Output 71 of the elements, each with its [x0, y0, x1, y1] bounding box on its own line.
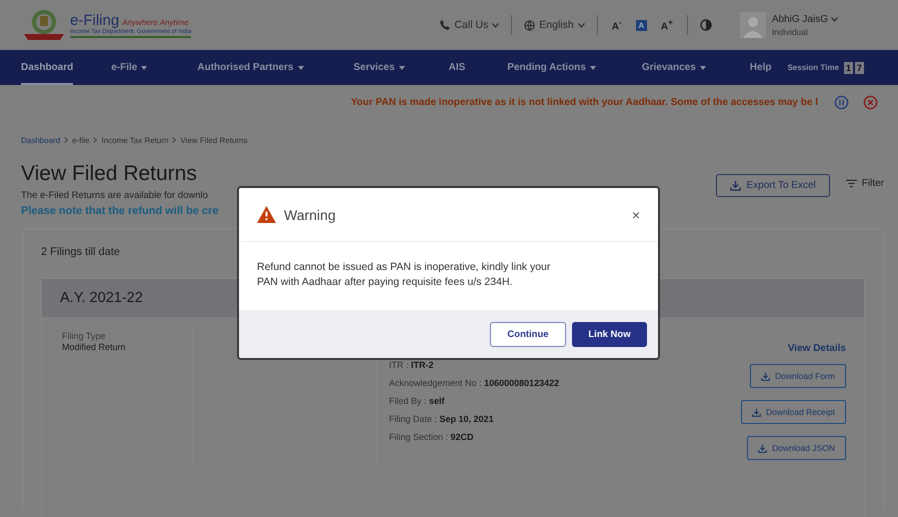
nav-item[interactable]: e-File — [111, 50, 138, 85]
caret-icon[interactable] — [398, 66, 405, 70]
logo-title: e-Filing — [70, 12, 120, 29]
caret-icon — [492, 22, 500, 28]
caret-icon[interactable] — [700, 66, 706, 70]
warning-icon — [257, 206, 276, 223]
continue-button[interactable]: Continue — [490, 322, 566, 346]
filing-detail: Filing Section : 92CD — [389, 432, 475, 442]
nav-item[interactable]: Grievances — [642, 50, 696, 85]
user-name[interactable]: AbhiG JaisG — [772, 14, 828, 24]
download-button[interactable]: Download Form — [750, 364, 846, 388]
caret-icon — [578, 22, 585, 28]
breadcrumb-item: Income Tax Return — [101, 136, 168, 144]
refund-note: Please note that the refund will be cre — [21, 205, 218, 217]
globe-icon — [524, 20, 536, 30]
caret-icon[interactable] — [590, 66, 596, 70]
contrast-icon[interactable] — [700, 19, 712, 31]
download-icon — [730, 180, 742, 191]
logo-tagline: Anywhere Anytime — [122, 18, 189, 27]
download-button[interactable]: Download JSON — [747, 436, 846, 460]
caret-icon[interactable] — [831, 16, 838, 22]
intro-text: The e-Filed Returns are available for downlo — [21, 190, 209, 201]
dialog-title: Warning — [284, 206, 337, 222]
filing-detail: ITR : ITR-2 — [389, 360, 434, 370]
nav-item[interactable]: AIS — [448, 50, 466, 85]
caret-icon[interactable] — [298, 66, 304, 70]
chevron-icon — [93, 137, 98, 143]
session-timer-digit: 1 — [844, 62, 853, 74]
language-button[interactable]: English — [524, 19, 585, 31]
font-size-button[interactable]: A$^{+}$ — [658, 16, 675, 34]
download-button[interactable]: Download Receipt — [741, 400, 846, 424]
chevron-icon — [64, 137, 68, 143]
filing-detail: Acknowledgement No : 106000080123422 — [389, 378, 560, 388]
close-button[interactable]: × — [630, 206, 642, 222]
breadcrumb-item: e-file — [72, 136, 90, 144]
link-now-button[interactable]: Link Now — [572, 322, 647, 346]
pause-icon[interactable] — [834, 95, 849, 110]
filings-count: 2 Filings till date — [41, 246, 121, 258]
breadcrumb-link[interactable]: Dashboard — [21, 136, 60, 144]
nav-item[interactable]: Pending Actions — [507, 50, 586, 85]
pan-warning-message: Your PAN is made inoperative as it is not linked with your Aadhaar. Some of the accesses may be l — [350, 97, 818, 108]
breadcrumb-item: View Filed Returns — [180, 136, 248, 144]
download-icon — [761, 372, 770, 380]
assessment-year: A.Y. 2021-22 — [60, 290, 143, 306]
export-button[interactable]: Export To Excel — [716, 174, 830, 197]
chevron-icon — [172, 137, 176, 143]
view-details-link[interactable]: View Details — [788, 343, 846, 354]
download-icon — [752, 408, 762, 416]
filing-detail: Filed By : self — [389, 396, 446, 406]
filter-button[interactable]: Filter — [846, 174, 884, 193]
nav-item[interactable]: Help — [750, 50, 772, 85]
emblem-logo — [22, 8, 66, 42]
download-icon — [758, 444, 768, 452]
session-timer-digit: 7 — [854, 62, 864, 74]
font-size-button[interactable]: A — [636, 20, 647, 30]
phone-icon — [440, 20, 450, 30]
nav-item[interactable]: Services — [354, 50, 395, 85]
dialog-message: Refund cannot be issued as PAN is inoperative, kindly link your PAN with Aadhaar after paying requisite fees u/s 234H. — [257, 260, 552, 290]
session-time-label: Session Time — [787, 63, 839, 72]
filing-type-label: Filing Type — [62, 331, 106, 341]
font-size-button[interactable]: A$^{-}$ — [610, 16, 624, 34]
filing-detail: Filing Date : Sep 10, 2021 — [389, 414, 495, 424]
caret-icon[interactable] — [141, 66, 148, 70]
avatar-icon — [740, 12, 766, 38]
filing-type-value: Modified Return — [62, 342, 127, 352]
nav-item[interactable]: Authorised Partners — [197, 50, 294, 85]
page-title: View Filed Returns — [21, 162, 198, 186]
filter-icon — [846, 179, 857, 188]
nav-item[interactable]: Dashboard — [21, 50, 74, 85]
user-role: Individual — [772, 26, 809, 36]
call-us-button[interactable]: Call Us — [440, 19, 500, 31]
